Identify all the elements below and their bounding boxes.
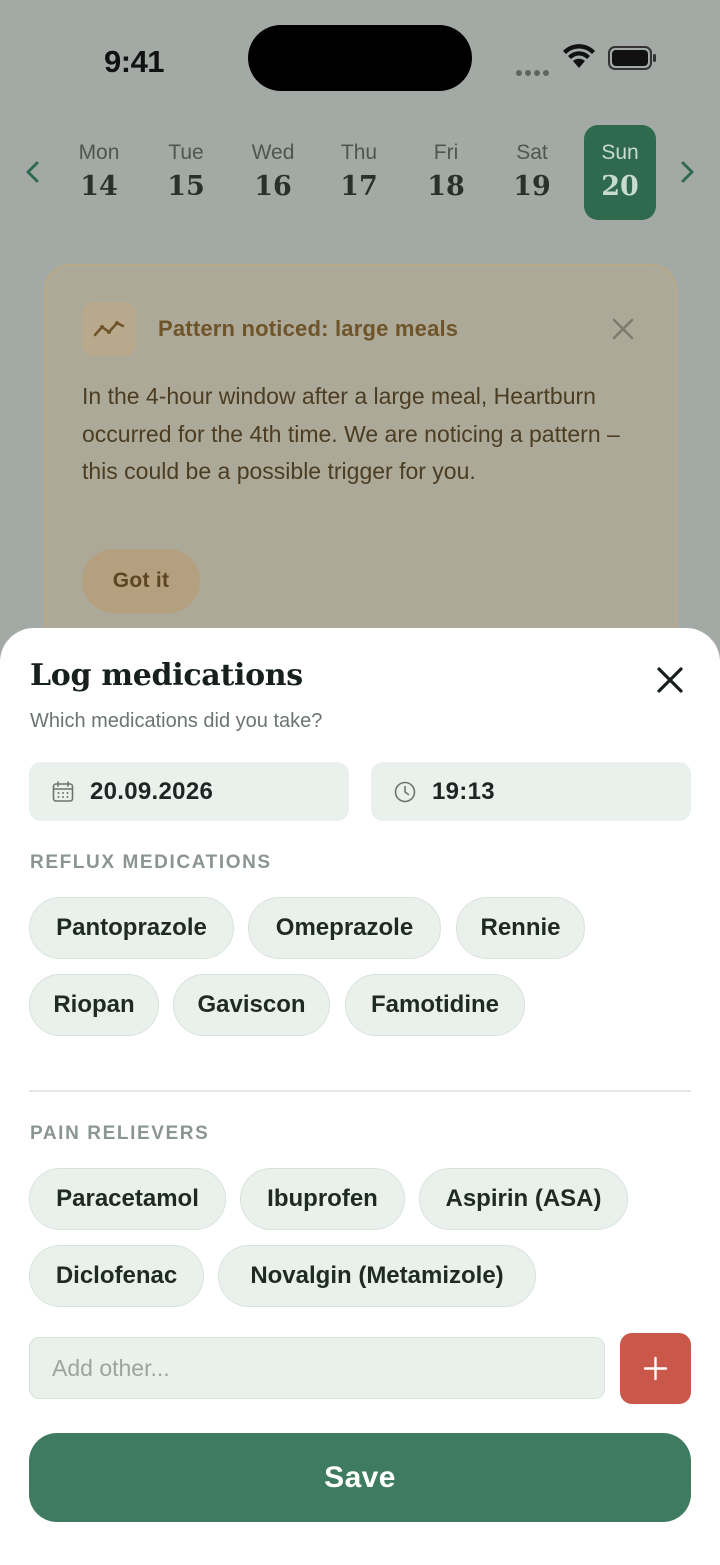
calendar-icon — [52, 781, 74, 802]
day-thu[interactable]: Thu 17 — [323, 125, 395, 220]
battery-icon — [608, 46, 656, 70]
day-wed[interactable]: Wed 16 — [237, 125, 309, 220]
day-sun-selected[interactable]: Sun 20 — [584, 125, 656, 220]
reflux-section-label: REFLUX MEDICATIONS — [30, 852, 272, 873]
wifi-icon — [563, 44, 595, 68]
chevron-right-icon[interactable] — [672, 157, 702, 187]
section-divider — [29, 1090, 691, 1092]
day-name: Tue — [168, 141, 204, 164]
chip-famotidine[interactable]: Famotidine — [345, 974, 525, 1036]
trend-chart-icon — [82, 302, 136, 356]
time-field[interactable]: 19:13 — [371, 762, 691, 821]
day-number: 17 — [340, 171, 378, 202]
got-it-button[interactable]: Got it — [82, 549, 200, 613]
day-name: Fri — [433, 141, 459, 164]
plus-icon — [643, 1356, 668, 1381]
close-icon[interactable] — [610, 316, 636, 342]
date-field[interactable]: 20.09.2026 — [29, 762, 349, 821]
pattern-insight-card: Pattern noticed: large meals In the 4-ho… — [44, 264, 677, 664]
cellular-signal-icon — [516, 63, 552, 76]
day-name: Sun — [601, 141, 639, 164]
day-name: Wed — [251, 141, 295, 164]
day-name: Sat — [516, 141, 548, 164]
chip-gaviscon[interactable]: Gaviscon — [173, 974, 330, 1036]
chip-riopan[interactable]: Riopan — [29, 974, 159, 1036]
time-value: 19:13 — [432, 778, 495, 805]
clock-icon — [394, 781, 416, 803]
sheet-subtitle: Which medications did you take? — [30, 710, 323, 732]
day-name: Thu — [340, 141, 378, 164]
chip-paracetamol[interactable]: Paracetamol — [29, 1168, 226, 1230]
insight-body: In the 4-hour window after a large meal,… — [82, 383, 620, 484]
day-tue[interactable]: Tue 15 — [150, 125, 222, 220]
day-number: 15 — [167, 171, 205, 202]
close-icon[interactable] — [654, 664, 686, 696]
chip-omeprazole[interactable]: Omeprazole — [248, 897, 441, 959]
day-mon[interactable]: Mon 14 — [63, 125, 135, 220]
day-number: 19 — [513, 171, 551, 202]
chip-diclofenac[interactable]: Diclofenac — [29, 1245, 204, 1307]
status-time: 9:41 — [104, 44, 165, 79]
chip-aspirin[interactable]: Aspirin (ASA) — [419, 1168, 628, 1230]
day-number: 14 — [80, 171, 118, 202]
day-number: 16 — [254, 171, 292, 202]
date-value: 20.09.2026 — [90, 778, 214, 805]
day-number: 18 — [427, 171, 465, 202]
day-number: 20 — [601, 171, 639, 202]
add-other-input[interactable] — [29, 1337, 605, 1399]
chevron-left-icon[interactable] — [18, 157, 48, 187]
day-fri[interactable]: Fri 18 — [410, 125, 482, 220]
pain-section-label: PAIN RELIEVERS — [30, 1123, 210, 1144]
sheet-title: Log medications — [30, 658, 303, 693]
day-sat[interactable]: Sat 19 — [496, 125, 568, 220]
week-day-selector: Mon 14 Tue 15 Wed 16 Thu 17 Fri 18 Sat 1… — [0, 125, 720, 221]
chip-novalgin[interactable]: Novalgin (Metamizole) — [218, 1245, 536, 1307]
dynamic-island — [248, 25, 472, 91]
status-bar: 9:41 — [0, 0, 720, 120]
add-button[interactable] — [620, 1333, 691, 1404]
day-name: Mon — [78, 141, 120, 164]
chip-pantoprazole[interactable]: Pantoprazole — [29, 897, 234, 959]
log-medications-sheet: Log medications Which medications did yo… — [0, 628, 720, 1565]
save-button[interactable]: Save — [29, 1433, 691, 1522]
chip-rennie[interactable]: Rennie — [456, 897, 585, 959]
chip-ibuprofen[interactable]: Ibuprofen — [240, 1168, 405, 1230]
insight-title: Pattern noticed: large meals — [158, 316, 459, 341]
